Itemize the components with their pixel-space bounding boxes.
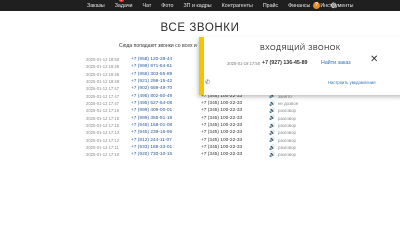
call-status: разговор: [278, 137, 296, 143]
caller-number-link[interactable]: +7 (920) 730-10-15: [131, 152, 201, 157]
call-status: не дозвон: [278, 101, 299, 107]
incoming-call-popup: ВХОДЯЩИЙ ЗВОНОК 2025-01-18 17:50 +7 (927…: [199, 37, 400, 95]
play-recording-icon[interactable]: 🔊: [269, 145, 278, 151]
call-time: 2025-01-12 17:47: [86, 86, 120, 92]
nav-item[interactable]: Контрагенты: [222, 3, 253, 9]
call-time: 2025-01-12 17:10: [86, 152, 120, 158]
play-recording-icon[interactable]: 🔊: [269, 108, 278, 114]
caller-number-link[interactable]: +7 (812) 244-11-07: [131, 138, 201, 143]
call-time: 2025-01-12 18:50: [86, 57, 120, 63]
nav-item[interactable]: Прайс: [263, 3, 278, 9]
gear-icon[interactable]: ⚙: [330, 1, 337, 10]
call-row[interactable]: 2025-01-12 17:11 +7 (933) 188-33-01 +7 (34…: [86, 144, 298, 151]
caller-number-link[interactable]: +7 (945) 239-16-95: [131, 130, 201, 135]
tasks-badge: 1: [118, 0, 124, 2]
call-row[interactable]: 2025-01-12 17:12 +7 (812) 244-11-07 +7 (34…: [86, 137, 298, 144]
call-status: разговор: [278, 152, 296, 158]
caller-number-link[interactable]: +7 (902) 689-49-70: [131, 86, 201, 91]
caller-number-link[interactable]: +7 (495) 802-50-49: [131, 94, 201, 99]
caller-number-link[interactable]: +7 (945) 168-01-08: [131, 123, 201, 128]
caller-number-link[interactable]: +7 (999) 971-64-61: [131, 64, 201, 69]
call-status: разговор: [278, 115, 296, 121]
call-time: 2025-01-12 17:13: [86, 130, 120, 136]
call-row[interactable]: 2025-01-12 17:16 +7 (999) 409-00-01 +7 (34…: [86, 107, 298, 114]
caller-number-link[interactable]: +7 (933) 188-33-01: [131, 145, 201, 150]
call-row[interactable]: 2025-01-12 17:15 +7 (945) 168-01-08 +7 (34…: [86, 122, 298, 129]
caller-number-link[interactable]: +7 (958) 120-38-44: [131, 57, 201, 62]
nav-item[interactable]: Чат: [143, 3, 152, 9]
notification-settings-link[interactable]: Настроить уведомления: [328, 80, 375, 85]
callee-number: +7 (345) 100-22-33: [201, 152, 243, 158]
phone-icon: ✆: [205, 80, 211, 86]
play-recording-icon[interactable]: 🔊: [269, 123, 278, 129]
nav-item[interactable]: Заказы: [87, 3, 105, 9]
play-recording-icon[interactable]: 🔊: [269, 115, 278, 121]
callee-number: +7 (345) 100-22-33: [201, 108, 243, 114]
find-order-link[interactable]: Найти заказ: [321, 60, 351, 66]
call-row[interactable]: 2025-01-12 17:47 +7 (495) 527-54-08 +7 (34…: [86, 100, 298, 107]
call-row[interactable]: 2025-01-12 17:10 +7 (920) 730-10-15 +7 (34…: [86, 151, 298, 158]
call-time: 2025-01-12 17:15: [86, 115, 120, 121]
play-recording-icon[interactable]: 🔊: [269, 130, 278, 136]
call-status: разговор: [278, 108, 296, 114]
call-time: 2025-01-12 18:49: [86, 64, 120, 70]
call-time: 2025-01-12 18:48: [86, 79, 120, 85]
call-status: разговор: [278, 130, 296, 136]
play-recording-icon[interactable]: 🔊: [269, 152, 278, 158]
caller-number-link[interactable]: +7 (999) 355-91-19: [131, 116, 201, 121]
nav-item[interactable]: 1Задачи: [114, 0, 133, 9]
caller-number-link[interactable]: +7 (495) 527-54-08: [131, 101, 201, 106]
call-time: 2025-01-12 17:15: [86, 123, 120, 129]
play-recording-icon[interactable]: 🔊: [269, 101, 278, 107]
page-title: ВСЕ ЗВОНКИ: [160, 22, 240, 34]
call-time: 2025-01-12 18:48: [86, 71, 120, 77]
nav-item[interactable]: Финансы: [288, 3, 310, 9]
callee-number: +7 (345) 100-22-33: [201, 123, 243, 129]
nav-item[interactable]: ЗП и кадры: [183, 3, 211, 9]
callee-number: +7 (345) 100-22-33: [201, 101, 243, 107]
nav-item[interactable]: Фото: [161, 3, 173, 9]
callee-number: +7 (345) 100-22-33: [201, 130, 243, 136]
callee-number: +7 (345) 100-22-33: [201, 145, 243, 151]
caller-number-link[interactable]: +7 (921) 298-15-42: [131, 79, 201, 84]
call-time: 2025-01-12 17:11: [86, 145, 119, 151]
help-icon[interactable]: ?: [313, 2, 320, 9]
call-row[interactable]: 2025-01-12 17:13 +7 (945) 239-16-95 +7 (34…: [86, 129, 298, 136]
call-status: разговор: [278, 145, 296, 151]
call-time: 2025-01-12 17:12: [86, 137, 120, 143]
close-icon[interactable]: ✕: [370, 55, 378, 65]
popup-title: ВХОДЯЩИЙ ЗВОНОК: [260, 43, 341, 52]
play-recording-icon[interactable]: 🔊: [269, 137, 278, 143]
nav-item-label: Задачи: [114, 2, 133, 9]
caller-number-link[interactable]: +7 (958) 303-55-89: [131, 72, 201, 77]
popup-call-time: 2025-01-18 17:50: [227, 61, 261, 66]
popup-caller-number: +7 (927) 136-45-89: [262, 60, 308, 66]
page-subtitle: Сюда попадают звонки со всех и: [119, 43, 197, 49]
call-row[interactable]: 2025-01-12 17:15 +7 (999) 355-91-19 +7 (34…: [86, 115, 298, 122]
call-status: разговор: [278, 123, 296, 129]
callee-number: +7 (345) 100-22-33: [201, 115, 243, 121]
call-time: 2025-01-12 17:16: [86, 108, 120, 114]
call-time: 2025-01-12 17:47: [86, 93, 120, 99]
main-nav: Заказы 1Задачи Чат Фото ЗП и кадры Контрагент…: [87, 0, 363, 9]
top-navigation-bar: Заказы 1Задачи Чат Фото ЗП и кадры Контрагент…: [0, 0, 400, 11]
caller-number-link[interactable]: +7 (999) 409-00-01: [131, 108, 201, 113]
call-time: 2025-01-12 17:47: [86, 101, 120, 107]
callee-number: +7 (345) 100-22-33: [201, 137, 243, 143]
